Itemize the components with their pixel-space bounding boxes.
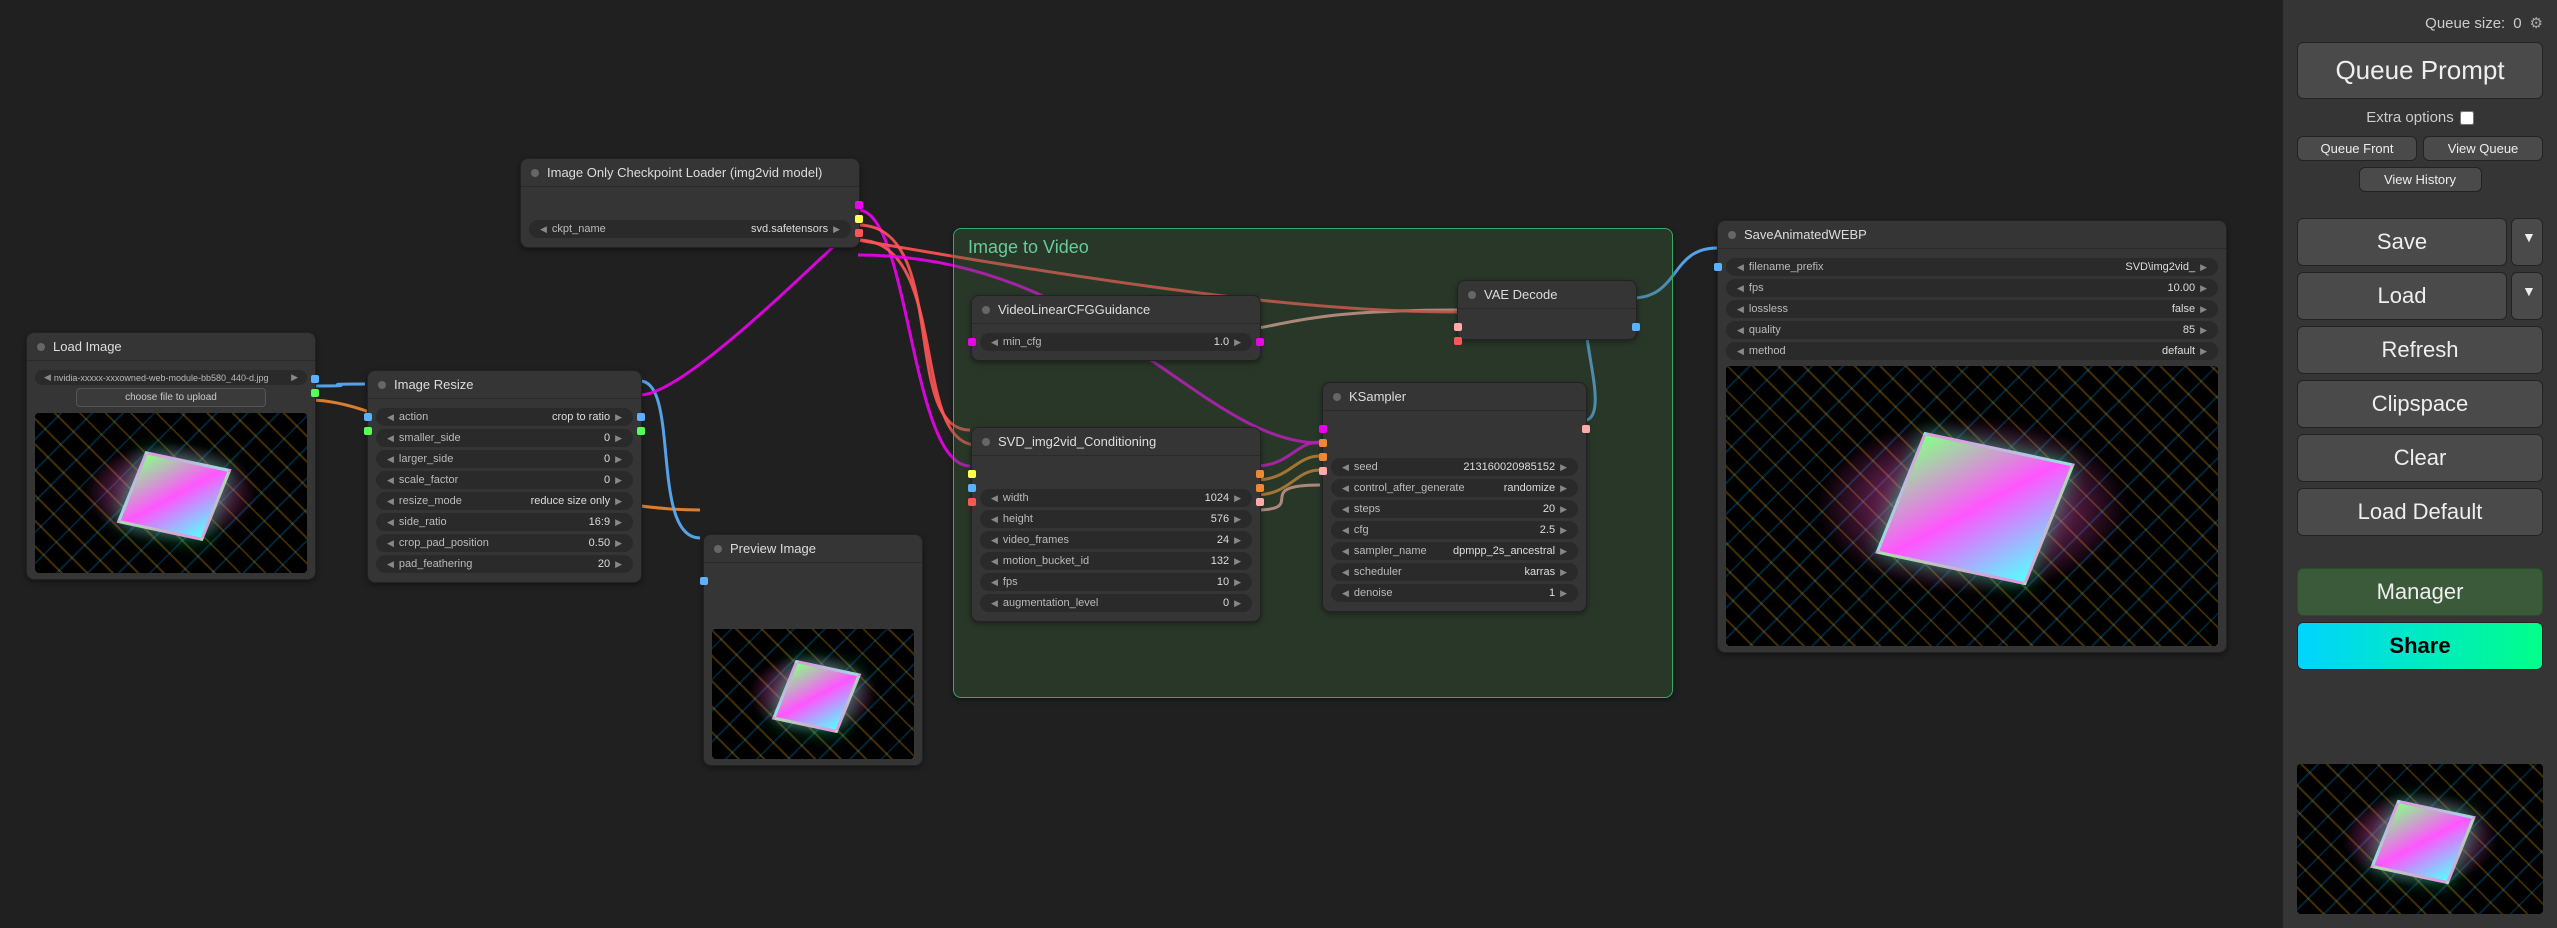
sidebar: Queue size: 0 ⚙ Queue Prompt Extra optio… [2282, 0, 2557, 928]
node-preview-image[interactable]: Preview Image [703, 534, 923, 766]
param-larger_side[interactable]: ◀larger_side0▶ [376, 450, 633, 468]
param-sampler_name[interactable]: ◀sampler_namedpmpp_2s_ancestral▶ [1331, 542, 1578, 560]
port-images[interactable] [1714, 263, 1722, 271]
node-vae-decode[interactable]: VAE Decode [1457, 280, 1637, 340]
settings-icon[interactable]: ⚙ [2530, 14, 2543, 32]
group-title: Image to Video [968, 237, 1089, 258]
port-image-in[interactable] [700, 577, 708, 585]
port-vae[interactable] [968, 498, 976, 506]
node-canvas[interactable]: Image to Video Load Image ◀nvidia-xxxxx-… [0, 0, 2233, 928]
param-fps[interactable]: ◀fps10.00▶ [1726, 279, 2218, 297]
param-pad_feathering[interactable]: ◀pad_feathering20▶ [376, 555, 633, 573]
queue-front-button[interactable]: Queue Front [2297, 136, 2417, 161]
node-ksampler[interactable]: KSampler ◀seed213160020985152▶◀control_a… [1322, 382, 1587, 612]
param-control_after_generate[interactable]: ◀control_after_generaterandomize▶ [1331, 479, 1578, 497]
view-queue-button[interactable]: View Queue [2423, 136, 2543, 161]
port-mask-out[interactable] [637, 427, 645, 435]
save-button[interactable]: Save [2297, 218, 2507, 266]
port-mask-in[interactable] [364, 427, 372, 435]
param-height[interactable]: ◀height576▶ [980, 510, 1252, 528]
param-fps[interactable]: ◀fps10▶ [980, 573, 1252, 591]
clear-button[interactable]: Clear [2297, 434, 2543, 482]
param-ckpt_name[interactable]: ◀ckpt_namesvd.safetensors▶ [529, 220, 851, 238]
view-history-button[interactable]: View History [2359, 167, 2482, 192]
port-negative[interactable] [1256, 484, 1264, 492]
port-mask-out[interactable] [311, 389, 319, 397]
params: ◀actioncrop to ratio▶ ◀smaller_side0▶ ◀lar… [368, 399, 641, 582]
node-cfg-guidance[interactable]: VideoLinearCFGGuidance ◀min_cfg1.0▶ [971, 295, 1261, 361]
param-seed[interactable]: ◀seed213160020985152▶ [1331, 458, 1578, 476]
manager-button[interactable]: Manager [2297, 568, 2543, 616]
param-lossless[interactable]: ◀losslessfalse▶ [1726, 300, 2218, 318]
port-positive[interactable] [1319, 439, 1327, 447]
preview [712, 629, 914, 759]
param-denoise[interactable]: ◀denoise1▶ [1331, 584, 1578, 602]
param-cfg[interactable]: ◀cfg2.5▶ [1331, 521, 1578, 539]
param-min_cfg[interactable]: ◀min_cfg1.0▶ [980, 333, 1252, 351]
share-button[interactable]: Share [2297, 622, 2543, 670]
queue-prompt-button[interactable]: Queue Prompt [2297, 42, 2543, 99]
port-latent-in[interactable] [1319, 467, 1327, 475]
refresh-button[interactable]: Refresh [2297, 326, 2543, 374]
param-method[interactable]: ◀methoddefault▶ [1726, 342, 2218, 360]
param-scheduler[interactable]: ◀schedulerkarras▶ [1331, 563, 1578, 581]
param-action[interactable]: ◀actioncrop to ratio▶ [376, 408, 633, 426]
load-default-button[interactable]: Load Default [2297, 488, 2543, 536]
output-preview [1726, 366, 2218, 646]
port-clip-vision[interactable] [968, 470, 976, 478]
node-image-resize[interactable]: Image Resize ◀actioncrop to ratio▶◀small… [367, 370, 642, 583]
port-clip-vision[interactable] [855, 215, 863, 223]
port-model-out[interactable] [1256, 338, 1264, 346]
extra-options[interactable]: Extra options [2297, 109, 2543, 126]
save-dropdown[interactable]: ▼ [2511, 218, 2543, 266]
sidebar-preview [2297, 764, 2543, 914]
param-width[interactable]: ◀width1024▶ [980, 489, 1252, 507]
param-resize_mode[interactable]: ◀resize_modereduce size only▶ [376, 492, 633, 510]
clipspace-button[interactable]: Clipspace [2297, 380, 2543, 428]
port-init-image[interactable] [968, 484, 976, 492]
port-model-in[interactable] [968, 338, 976, 346]
port-model[interactable] [855, 201, 863, 209]
param-smaller_side[interactable]: ◀smaller_side0▶ [376, 429, 633, 447]
param-steps[interactable]: ◀steps20▶ [1331, 500, 1578, 518]
load-button[interactable]: Load [2297, 272, 2507, 320]
node-load-image[interactable]: Load Image ◀nvidia-xxxxx-xxxowned-web-mo… [26, 332, 316, 580]
param-motion_bucket_id[interactable]: ◀motion_bucket_id132▶ [980, 552, 1252, 570]
node-save-webp[interactable]: SaveAnimatedWEBP ◀filename_prefixSVD\img… [1717, 220, 2227, 653]
port-vae[interactable] [1454, 337, 1462, 345]
image-preview [35, 413, 307, 573]
param-crop_pad_position[interactable]: ◀crop_pad_position0.50▶ [376, 534, 633, 552]
load-dropdown[interactable]: ▼ [2511, 272, 2543, 320]
param-scale_factor[interactable]: ◀scale_factor0▶ [376, 471, 633, 489]
param-filename_prefix[interactable]: ◀filename_prefixSVD\img2vid_▶ [1726, 258, 2218, 276]
port-image-out[interactable] [1632, 323, 1640, 331]
port-model[interactable] [1319, 425, 1327, 433]
port-negative[interactable] [1319, 453, 1327, 461]
param-augmentation_level[interactable]: ◀augmentation_level0▶ [980, 594, 1252, 612]
file-selector[interactable]: ◀nvidia-xxxxx-xxxowned-web-module-bb580_… [35, 370, 307, 385]
queue-size-label: Queue size: [2425, 15, 2505, 32]
port-image-out[interactable] [637, 413, 645, 421]
port-latent-out[interactable] [1582, 425, 1590, 433]
param-side_ratio[interactable]: ◀side_ratio16:9▶ [376, 513, 633, 531]
port-latent[interactable] [1256, 498, 1264, 506]
upload-button[interactable]: choose file to upload [76, 388, 266, 407]
port-samples[interactable] [1454, 323, 1462, 331]
queue-size-value: 0 [2513, 15, 2521, 32]
node-ckpt-loader[interactable]: Image Only Checkpoint Loader (img2vid mo… [520, 158, 860, 248]
node-svd-conditioning[interactable]: SVD_img2vid_Conditioning ◀width1024▶◀hei… [971, 427, 1261, 622]
param-video_frames[interactable]: ◀video_frames24▶ [980, 531, 1252, 549]
port-image-out[interactable] [311, 375, 319, 383]
port-image-in[interactable] [364, 413, 372, 421]
param-quality[interactable]: ◀quality85▶ [1726, 321, 2218, 339]
port-positive[interactable] [1256, 470, 1264, 478]
port-vae[interactable] [855, 229, 863, 237]
